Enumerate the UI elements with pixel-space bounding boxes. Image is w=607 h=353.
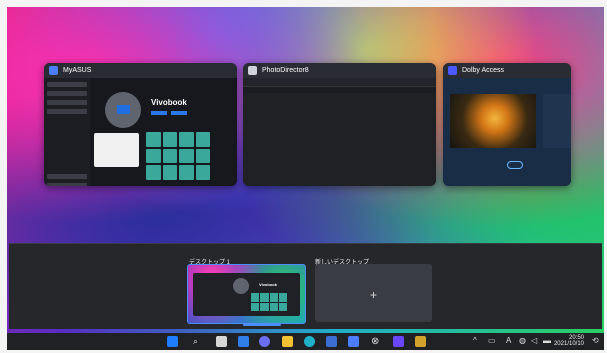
- desktop-1-thumbnail[interactable]: Vivobook: [187, 264, 306, 324]
- date: 2021/10/10: [553, 341, 584, 347]
- search-icon[interactable]: ⌕: [193, 336, 198, 347]
- store-icon[interactable]: [326, 336, 337, 347]
- myasus-icon[interactable]: [348, 336, 359, 347]
- window-content: [243, 78, 436, 186]
- xbox-icon[interactable]: ⊗: [371, 336, 379, 347]
- hero-image: [450, 94, 536, 148]
- taskbar: ⌕ ⊗ ^ ▭ A ◍ ◁ ▬ 20:50 2021/10/10 ⟲: [7, 333, 604, 350]
- main-panel: Vivobook: [90, 78, 237, 186]
- window-title-bar: Dolby Access: [443, 63, 571, 78]
- new-desktop-button[interactable]: +: [315, 264, 432, 322]
- laptop-icon: [117, 105, 130, 114]
- notification-icon[interactable]: ⟲: [592, 336, 599, 345]
- widgets-icon[interactable]: [238, 336, 249, 347]
- device-name: Vivobook: [151, 98, 187, 107]
- file-explorer-icon[interactable]: [282, 336, 293, 347]
- myasus-icon: [49, 66, 58, 75]
- teams-chat-icon[interactable]: [259, 336, 270, 347]
- window-title: MyASUS: [63, 67, 92, 74]
- clock[interactable]: 20:50 2021/10/10: [554, 335, 584, 347]
- dolby-icon: [448, 66, 457, 75]
- network-icon[interactable]: ◍: [519, 336, 526, 345]
- virtual-desktops-panel: デスクトップ 1 Vivobook 新しいデスクトップ +: [9, 243, 602, 329]
- chevron-up-icon[interactable]: ^: [473, 336, 477, 345]
- action-button: [171, 111, 187, 115]
- window-title-bar: MyASUS: [44, 63, 237, 78]
- window-myasus[interactable]: MyASUS Vivobook: [44, 63, 237, 186]
- window-content: Vivobook: [44, 78, 237, 186]
- promo-card: [94, 133, 139, 167]
- window-dolby-access[interactable]: Dolby Access: [443, 63, 571, 186]
- menu-bar: [243, 78, 436, 87]
- battery-icon[interactable]: ▬: [543, 336, 551, 345]
- window-title-bar: PhotoDirector8: [243, 63, 436, 78]
- task-view-icon[interactable]: [216, 336, 227, 347]
- active-desktop-indicator: [243, 324, 281, 326]
- edge-icon[interactable]: [304, 336, 315, 347]
- media-icon[interactable]: [393, 336, 404, 347]
- windows-icon[interactable]: [167, 336, 178, 347]
- sidebar: [44, 78, 90, 186]
- action-button: [151, 111, 167, 115]
- feature-tiles: [251, 293, 287, 311]
- window-title: PhotoDirector8: [262, 67, 309, 74]
- keyboard-icon[interactable]: ▭: [488, 336, 496, 345]
- mini-window: Vivobook: [193, 273, 300, 316]
- photodirector-icon: [248, 66, 257, 75]
- plus-icon: +: [369, 288, 377, 302]
- ime-mode[interactable]: A: [506, 336, 511, 345]
- action-chip: [507, 161, 523, 169]
- desktop-screen: MyASUS Vivobook PhotoDirector8 Dolby Acc…: [7, 7, 604, 350]
- side-panel: [543, 94, 571, 148]
- photodirector-icon[interactable]: [415, 336, 426, 347]
- feature-tiles: [146, 132, 210, 180]
- volume-icon[interactable]: ◁: [531, 336, 537, 345]
- window-content: [443, 78, 571, 186]
- device-name: Vivobook: [259, 282, 277, 287]
- photo-canvas: [243, 93, 436, 186]
- window-photodirector[interactable]: PhotoDirector8: [243, 63, 436, 186]
- window-title: Dolby Access: [462, 67, 505, 74]
- device-image: [233, 278, 249, 294]
